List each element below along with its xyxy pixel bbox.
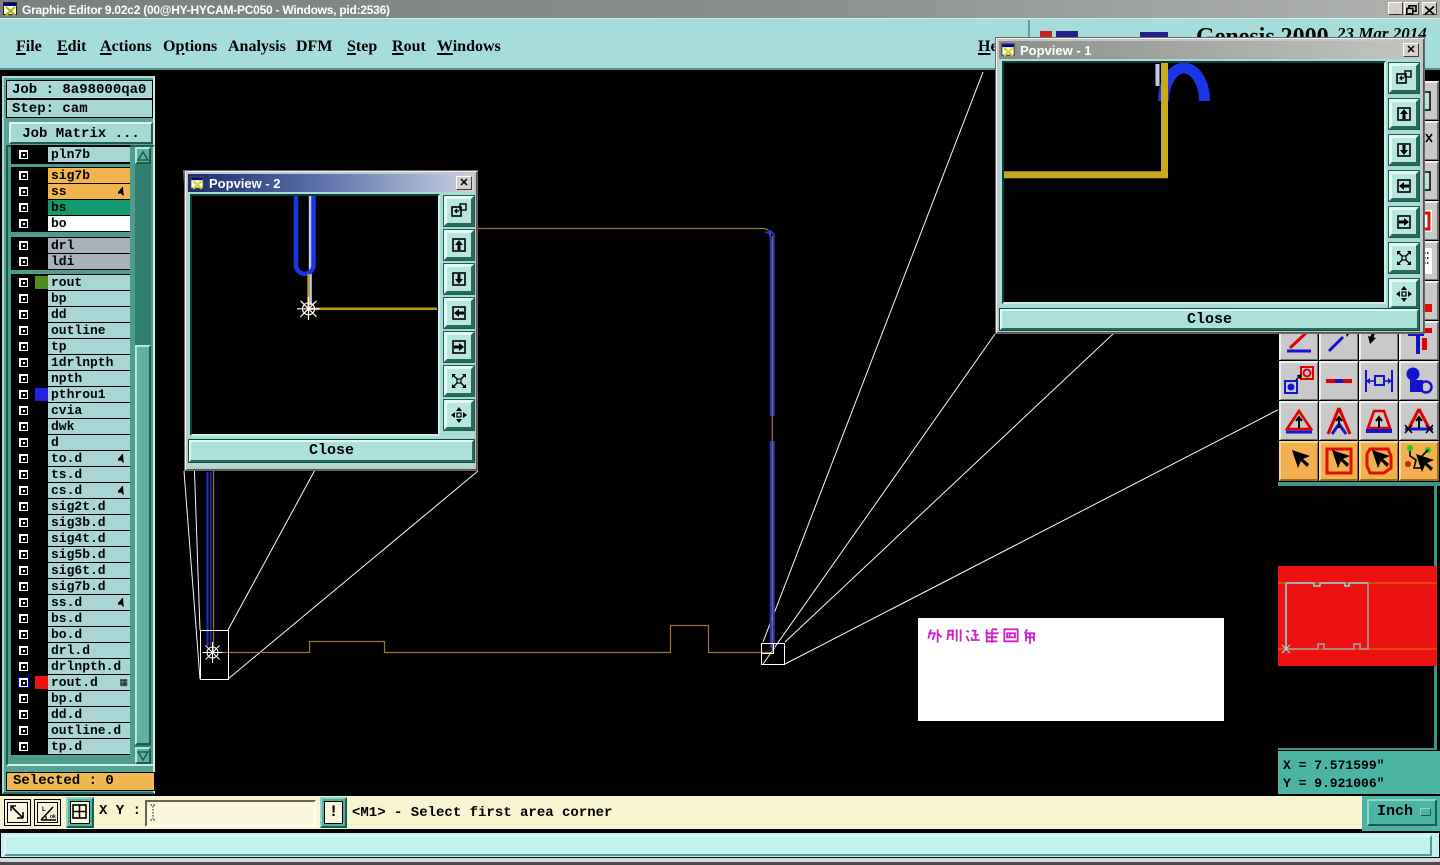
svg-text:ok: ok	[50, 814, 56, 820]
svg-text:L: L	[42, 807, 46, 813]
